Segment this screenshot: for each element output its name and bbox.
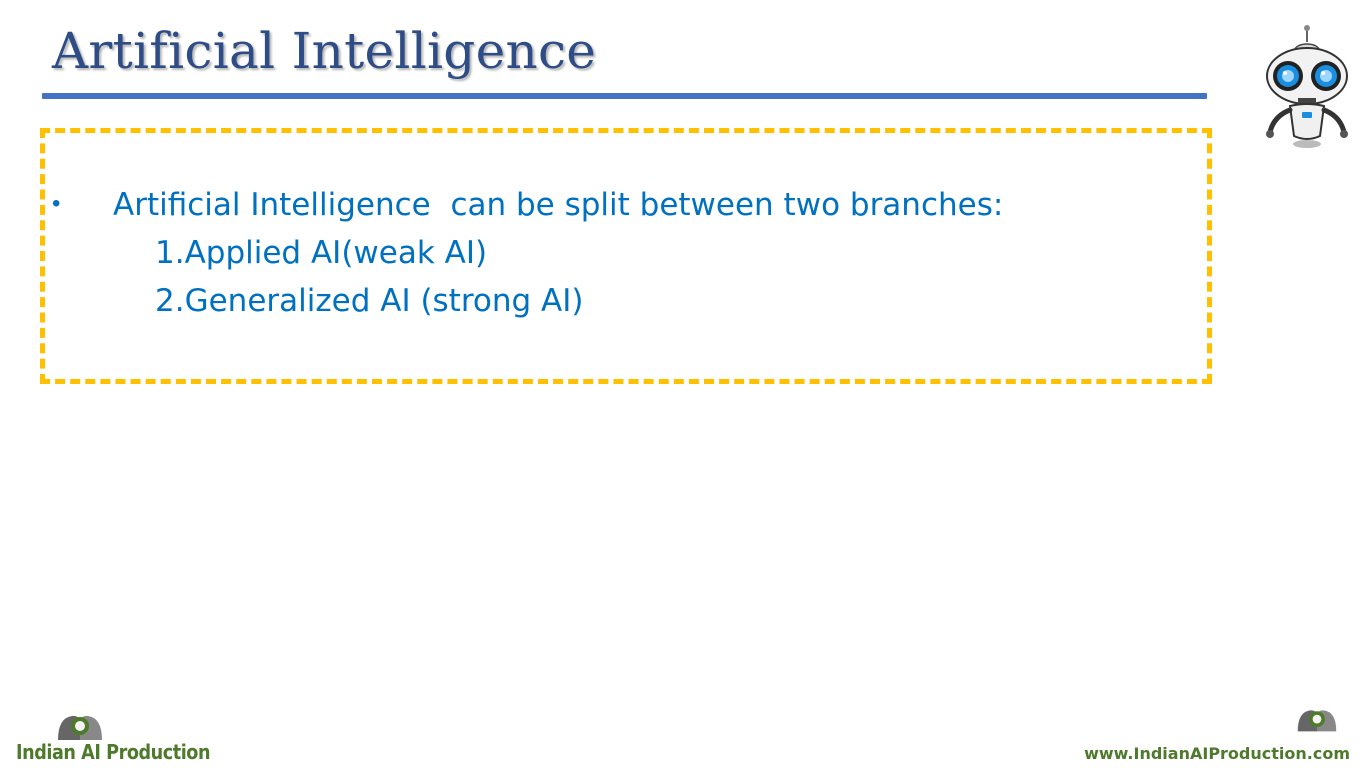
list-item-applied-ai: 1.Applied AI(weak AI) xyxy=(155,235,488,271)
brand-name: Indian AI Production xyxy=(16,740,211,764)
brain-heads-logo-icon xyxy=(58,715,102,740)
title-underline xyxy=(42,93,1207,99)
website-url: www.IndianAIProduction.com xyxy=(1084,744,1350,763)
slide: Artificial Intelligence • Artificial Int… xyxy=(0,0,1366,768)
bullet-text: Artificial Intelligence can be split bet… xyxy=(113,187,1004,223)
robot-mascot-icon xyxy=(1266,25,1348,148)
brain-heads-logo-icon xyxy=(1297,710,1337,732)
bullet-marker: • xyxy=(52,190,61,217)
list-item-generalized-ai: 2.Generalized AI (strong AI) xyxy=(155,283,584,319)
brand-logo: Indian AI Production xyxy=(14,712,210,766)
slide-title: Artificial Intelligence xyxy=(52,22,597,80)
